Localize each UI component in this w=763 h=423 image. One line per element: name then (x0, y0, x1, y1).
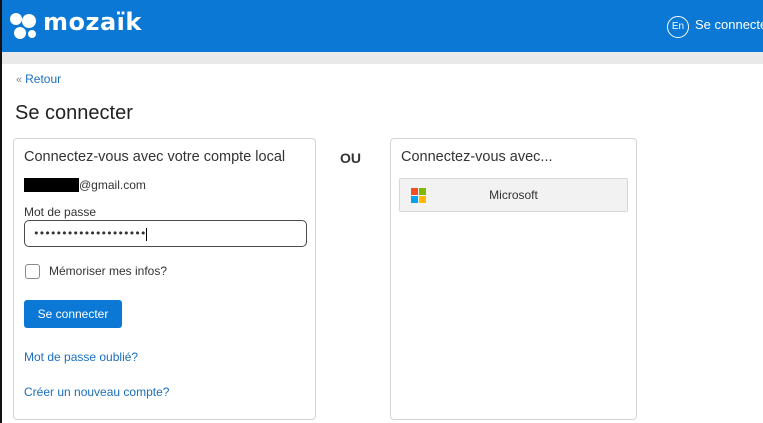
back-link-label: Retour (25, 72, 62, 86)
or-separator: OU (340, 150, 361, 166)
email-suffix: @gmail.com (79, 178, 146, 192)
page-title: Se connecter (15, 102, 133, 124)
microsoft-login-button[interactable]: Microsoft (399, 178, 628, 212)
mozaik-logo-icon (10, 13, 36, 39)
external-login-title: Connectez-vous avec... (401, 149, 553, 165)
brand-name: mozaïk (43, 8, 142, 36)
local-login-title: Connectez-vous avec votre compte local (24, 149, 286, 165)
microsoft-button-label: Microsoft (489, 188, 538, 202)
back-link[interactable]: «Retour (16, 72, 61, 86)
password-field[interactable]: •••••••••••••••••••• (24, 220, 307, 247)
login-submit-button[interactable]: Se connecter (24, 300, 122, 328)
redacted-email-block (24, 178, 79, 192)
password-label: Mot de passe (24, 205, 97, 219)
language-button[interactable]: En (667, 16, 689, 38)
header-login-link[interactable]: Se connecter (695, 17, 763, 32)
email-display: @gmail.com (24, 177, 146, 193)
password-value: •••••••••••••••••••• (33, 227, 146, 240)
remember-checkbox[interactable] (25, 264, 40, 279)
local-login-card: Connectez-vous avec votre compte local @… (13, 138, 316, 420)
remember-label[interactable]: Mémoriser mes infos? (49, 264, 167, 278)
external-login-card: Connectez-vous avec... Microsoft (390, 138, 637, 420)
forgot-password-link[interactable]: Mot de passe oublié? (24, 350, 138, 364)
double-chevron-left-icon: « (16, 74, 23, 86)
header-subbar (2, 52, 763, 64)
top-navigation-bar: mozaïk En Se connecter (2, 0, 763, 52)
text-caret (146, 227, 148, 241)
create-account-link[interactable]: Créer un nouveau compte? (24, 385, 169, 399)
